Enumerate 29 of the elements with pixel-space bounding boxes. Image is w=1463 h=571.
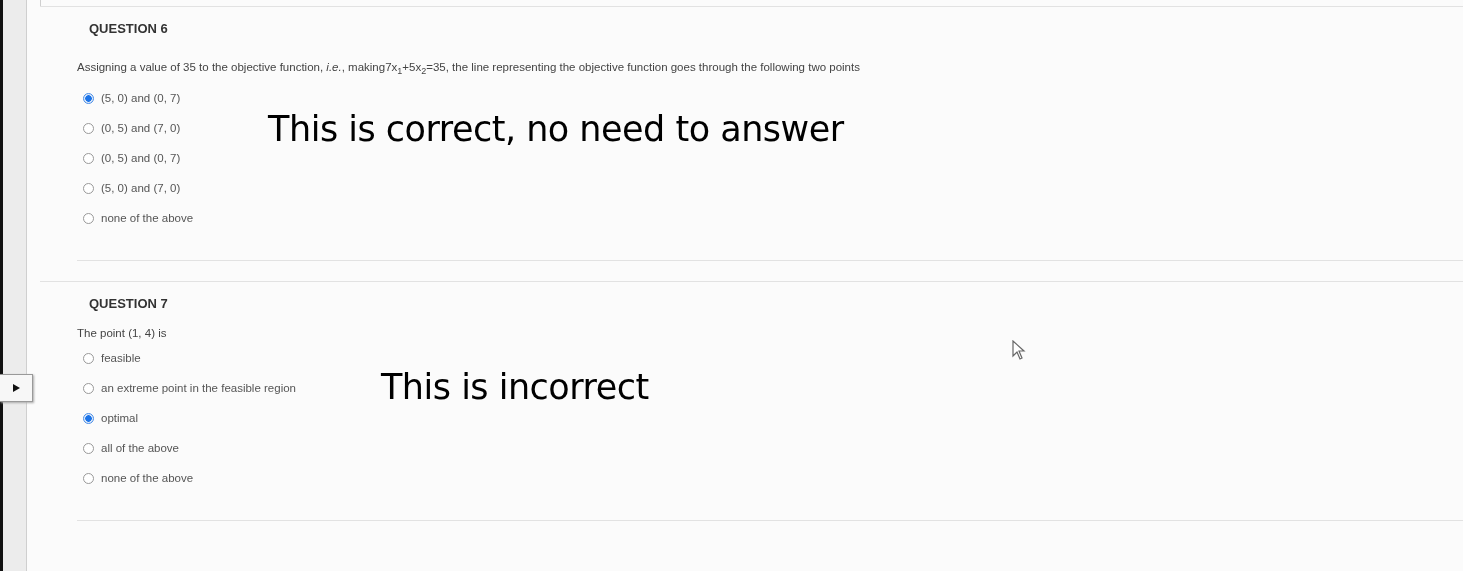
radio-button[interactable]: [83, 92, 94, 104]
radio-button[interactable]: [83, 122, 94, 134]
option-label[interactable]: (0, 5) and (7, 0): [101, 122, 181, 135]
question-heading: QUESTION 6: [89, 21, 169, 37]
radio-button[interactable]: [83, 182, 94, 194]
option-label[interactable]: none of the above: [101, 212, 194, 225]
option-label[interactable]: (5, 0) and (0, 7): [101, 92, 181, 105]
option-label[interactable]: feasible: [101, 352, 141, 365]
cursor-icon: [1012, 340, 1026, 360]
option-label[interactable]: all of the above: [101, 442, 179, 455]
question-heading: QUESTION 7: [89, 296, 169, 313]
option-label[interactable]: optimal: [101, 412, 139, 425]
radio-button[interactable]: [83, 212, 94, 224]
radio-button[interactable]: [83, 472, 94, 484]
question-prompt: Assigning a value of 35 to the objective function, i.e., making7x$_{1}$+5x$_{2}$=35, the line representing the objective function goes through the following two points: [77, 60, 861, 79]
radio-button[interactable]: [83, 382, 94, 394]
radio-button[interactable]: [83, 352, 94, 364]
radio-button[interactable]: [83, 412, 94, 424]
option-label[interactable]: an extreme point in the feasible region: [101, 382, 296, 395]
question-prompt: The point (1, 4) is: [77, 326, 168, 342]
option-label[interactable]: (0, 5) and (0, 7): [101, 152, 181, 165]
annotation-text: This is incorrect: [381, 367, 649, 408]
radio-button[interactable]: [83, 442, 94, 454]
option-label[interactable]: (5, 0) and (7, 0): [101, 182, 181, 195]
triangle-icon: [12, 384, 20, 392]
radio-button[interactable]: [83, 152, 94, 164]
annotation-text: This is correct, no need to answer: [268, 109, 844, 150]
option-label[interactable]: none of the above: [101, 472, 194, 485]
expand-button[interactable]: [0, 374, 33, 402]
